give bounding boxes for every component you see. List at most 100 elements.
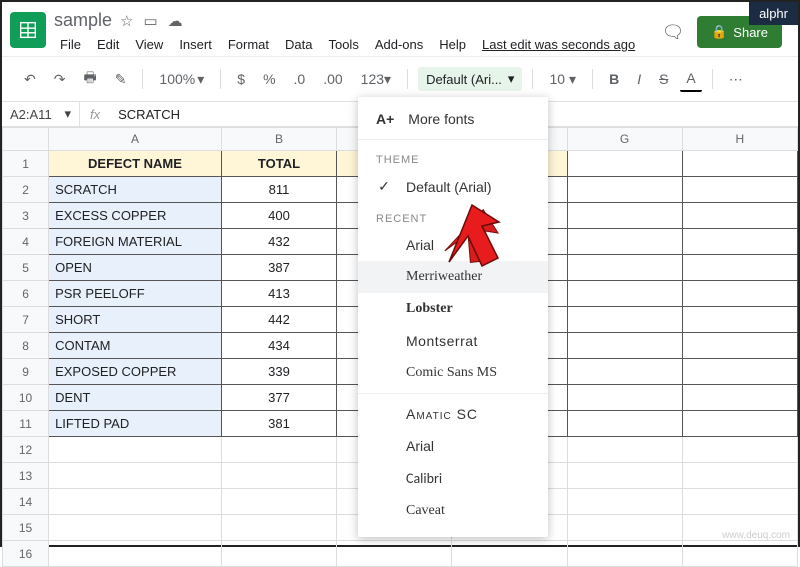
alphr-badge: alphr [749,2,798,25]
formula-input[interactable]: SCRATCH [110,103,188,126]
zoom-dropdown[interactable]: 100% ▾ [153,67,210,92]
cell-total[interactable]: 811 [221,177,336,203]
last-edit-link[interactable]: Last edit was seconds ago [476,33,641,56]
col-header-A[interactable]: A [49,128,222,151]
row-header[interactable]: 1 [3,151,49,177]
row-header[interactable]: 12 [3,437,49,463]
paint-format-icon[interactable]: ✎ [109,67,133,92]
row-header[interactable]: 8 [3,333,49,359]
row-header[interactable]: 4 [3,229,49,255]
print-icon[interactable]: 🖶 [77,63,102,95]
row-header[interactable]: 13 [3,463,49,489]
col-header-G[interactable]: G [567,128,682,151]
cell-total[interactable]: 434 [221,333,336,359]
cell-defect-name[interactable]: EXPOSED COPPER [49,359,222,385]
cell-defect-name[interactable]: EXCESS COPPER [49,203,222,229]
cell-total[interactable]: 400 [221,203,336,229]
header-cell[interactable]: TOTAL [221,151,336,177]
sheets-logo-icon[interactable] [10,12,46,48]
row-header[interactable]: 14 [3,489,49,515]
currency-button[interactable]: $ [231,67,251,91]
cell-total[interactable]: 442 [221,307,336,333]
header: sample ☆ ▭ ☁ File Edit View Insert Forma… [2,2,798,56]
row-header[interactable]: 6 [3,281,49,307]
font-item-comic-sans[interactable]: Comic Sans MS [358,357,548,389]
cell-defect-name[interactable]: SCRATCH [49,177,222,203]
row-header[interactable]: 9 [3,359,49,385]
doc-title[interactable]: sample [54,10,112,31]
cell-total[interactable]: 387 [221,255,336,281]
font-item-montserrat[interactable]: Montserrat [358,325,548,357]
row-header[interactable]: 10 [3,385,49,411]
lock-icon: 🔒 [711,24,727,40]
cell-total[interactable]: 413 [221,281,336,307]
cell-defect-name[interactable]: DENT [49,385,222,411]
checkmark-icon: ✓ [376,178,392,195]
menu-insert[interactable]: Insert [173,33,218,56]
undo-icon[interactable]: ↶ [18,67,42,92]
cell-total[interactable]: 381 [221,411,336,437]
text-color-button[interactable]: A [680,66,701,92]
row-header[interactable]: 7 [3,307,49,333]
toolbar: ↶ ↷ 🖶 ✎ 100% ▾ $ % .0 .00 123▾ Default (… [2,56,798,102]
decrease-decimal-button[interactable]: .0 [288,67,312,91]
share-label: Share [733,25,768,40]
theme-section-label: THEME [358,144,548,170]
cell-total[interactable]: 377 [221,385,336,411]
cell-total[interactable]: 339 [221,359,336,385]
red-arrow-annotation-icon [444,200,504,273]
font-item-arial-2[interactable]: Arial [358,430,548,462]
menu-addons[interactable]: Add-ons [369,33,429,56]
cell-defect-name[interactable]: FOREIGN MATERIAL [49,229,222,255]
cell-defect-name[interactable]: SHORT [49,307,222,333]
font-family-dropdown[interactable]: Default (Ari... ▾ [418,67,522,91]
menubar: File Edit View Insert Format Data Tools … [54,33,653,56]
increase-decimal-button[interactable]: .00 [317,67,348,91]
col-header-B[interactable]: B [221,128,336,151]
name-box[interactable]: A2:A11▾ [2,102,80,126]
col-header-H[interactable]: H [682,128,797,151]
menu-help[interactable]: Help [433,33,472,56]
row-header[interactable]: 3 [3,203,49,229]
menu-edit[interactable]: Edit [91,33,125,56]
bold-button[interactable]: B [603,67,625,91]
menu-file[interactable]: File [54,33,87,56]
more-tools-button[interactable]: ⋯ [723,67,749,92]
menu-tools[interactable]: Tools [322,33,364,56]
add-font-icon: A+ [376,111,394,127]
font-item-default-arial[interactable]: ✓ Default (Arial) [358,170,548,203]
cell-defect-name[interactable]: PSR PEELOFF [49,281,222,307]
cell-total[interactable]: 432 [221,229,336,255]
italic-button[interactable]: I [631,67,647,91]
font-item-caveat[interactable]: Caveat [358,495,548,527]
more-fonts-item[interactable]: A+ More fonts [358,103,548,135]
select-all-corner[interactable] [3,128,49,151]
cloud-status-icon: ☁ [168,12,183,30]
fx-icon: fx [80,107,110,122]
row-header[interactable]: 16 [3,541,49,567]
row-header[interactable]: 2 [3,177,49,203]
cell-defect-name[interactable]: LIFTED PAD [49,411,222,437]
cell-defect-name[interactable]: CONTAM [49,333,222,359]
watermark: www.deuq.com [722,530,790,541]
font-item-lobster[interactable]: Lobster [358,293,548,325]
comments-icon[interactable]: 🗨 [661,20,685,44]
star-icon[interactable]: ☆ [120,12,133,30]
menu-view[interactable]: View [129,33,169,56]
font-size-dropdown[interactable]: 10 ▾ [543,67,582,92]
number-format-dropdown[interactable]: 123▾ [355,67,397,92]
row-header[interactable]: 11 [3,411,49,437]
move-folder-icon[interactable]: ▭ [143,12,157,30]
header-cell[interactable]: DEFECT NAME [49,151,222,177]
row-header[interactable]: 15 [3,515,49,541]
chevron-down-icon: ▾ [64,106,71,122]
menu-data[interactable]: Data [279,33,318,56]
strike-button[interactable]: S [653,67,674,91]
font-item-amatic[interactable]: Amatic SC [358,398,548,430]
percent-button[interactable]: % [257,67,281,91]
cell-defect-name[interactable]: OPEN [49,255,222,281]
redo-icon[interactable]: ↷ [48,67,72,92]
row-header[interactable]: 5 [3,255,49,281]
font-item-calibri[interactable]: Calibri [358,462,548,495]
menu-format[interactable]: Format [222,33,275,56]
